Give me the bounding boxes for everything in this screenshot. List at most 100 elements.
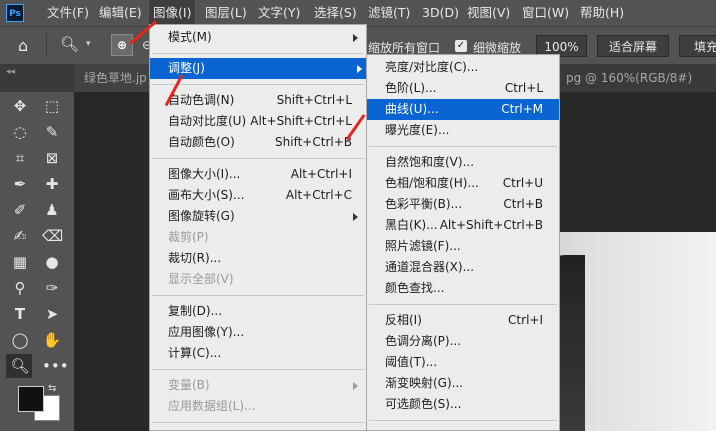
fill-screen-button[interactable]: 填充 bbox=[679, 35, 716, 57]
submenu-arrow-icon bbox=[353, 34, 358, 42]
menu-item-apply-data-set: 应用数据组(L)... bbox=[150, 396, 364, 417]
path-select-icon[interactable]: ➤ bbox=[42, 304, 62, 324]
menu-edit[interactable]: 编辑(E) bbox=[99, 0, 142, 26]
menu-item-apply-image[interactable]: 应用图像(Y)... bbox=[150, 322, 364, 343]
menu-item-label: 自动色调(N) bbox=[168, 93, 235, 107]
menu-item-trim[interactable]: 裁切(R)... bbox=[150, 248, 364, 269]
menu-item-label: 应用图像(Y)... bbox=[168, 325, 245, 339]
menu-item-calculations[interactable]: 计算(C)... bbox=[150, 343, 364, 364]
menu-item-auto-contrast[interactable]: 自动对比度(U) Alt+Shift+Ctrl+L bbox=[150, 111, 352, 132]
marquee-tool-icon[interactable]: ⬚ bbox=[42, 96, 62, 116]
divider bbox=[152, 295, 364, 296]
menu-item-brightness-contrast[interactable]: 亮度/对比度(C)... bbox=[367, 57, 559, 78]
home-icon[interactable]: ⌂ bbox=[18, 36, 28, 55]
menu-item-auto-tone[interactable]: 自动色调(N) Shift+Ctrl+L bbox=[150, 90, 352, 111]
frame-tool-icon[interactable]: ⊠ bbox=[42, 148, 62, 168]
fit-screen-button[interactable]: 适合屏幕 bbox=[597, 35, 669, 57]
menu-item-invert[interactable]: 反相(I) Ctrl+I bbox=[367, 310, 559, 331]
shortcut-label: Alt+Ctrl+I bbox=[290, 167, 352, 181]
menu-item-levels[interactable]: 色阶(L)... Ctrl+L bbox=[367, 78, 559, 99]
menu-item-threshold[interactable]: 阈值(T)... bbox=[367, 352, 559, 373]
menu-file[interactable]: 文件(F) bbox=[47, 0, 89, 26]
eraser-icon[interactable]: ⌫ bbox=[42, 226, 63, 246]
type-tool-icon[interactable]: T bbox=[10, 304, 30, 324]
submenu-arrow-icon bbox=[357, 65, 362, 73]
menu-item-label: 亮度/对比度(C)... bbox=[385, 60, 479, 74]
lasso-tool-icon[interactable]: ◌ bbox=[10, 122, 30, 142]
menu-layer[interactable]: 图层(L) bbox=[205, 0, 247, 26]
ellipse-tool-icon[interactable]: ◯ bbox=[10, 330, 30, 350]
submenu-arrow-icon bbox=[353, 213, 358, 221]
zoom-in-icon[interactable]: ⊕ bbox=[111, 34, 133, 56]
menu-item-black-white[interactable]: 黑白(K)... Alt+Shift+Ctrl+B bbox=[367, 215, 559, 236]
menu-item-vibrance[interactable]: 自然饱和度(V)... bbox=[367, 152, 559, 173]
menu-item-curves[interactable]: 曲线(U)... Ctrl+M bbox=[367, 99, 559, 120]
collapse-panel-icon[interactable]: ◂◂ bbox=[6, 67, 15, 77]
shortcut-label: Shift+Ctrl+B bbox=[275, 135, 352, 149]
menu-item-label: 自然饱和度(V)... bbox=[385, 155, 475, 169]
dodge-tool-icon[interactable]: ⚲ bbox=[10, 278, 30, 298]
menu-item-selective-color[interactable]: 可选颜色(S)... bbox=[367, 394, 559, 415]
eyedropper-icon[interactable]: ✒ bbox=[10, 174, 30, 194]
menu-item-posterize[interactable]: 色调分离(P)... bbox=[367, 331, 559, 352]
zoom-tool-icon[interactable]: 🔍︎ bbox=[60, 35, 79, 53]
swap-colors-icon[interactable]: ⇆ bbox=[48, 383, 56, 394]
menu-item-label: 黑白(K)... bbox=[385, 218, 438, 232]
menu-item-auto-color[interactable]: 自动颜色(O) Shift+Ctrl+B bbox=[150, 132, 352, 153]
healing-brush-icon[interactable]: ✚ bbox=[42, 174, 62, 194]
gradient-tool-icon[interactable]: ▦ bbox=[10, 252, 30, 272]
menu-item-exposure[interactable]: 曝光度(E)... bbox=[367, 120, 559, 141]
menu-item-channel-mixer[interactable]: 通道混合器(X)... bbox=[367, 257, 559, 278]
menu-item-label: 图像旋转(G) bbox=[168, 209, 235, 223]
blur-tool-icon[interactable]: ● bbox=[42, 252, 62, 272]
menu-item-label: 模式(M) bbox=[168, 30, 212, 44]
more-tools-icon[interactable]: ••• bbox=[42, 356, 69, 376]
quick-select-icon[interactable]: ✎ bbox=[42, 122, 62, 142]
move-tool-icon[interactable]: ✥ bbox=[10, 96, 30, 116]
history-brush-icon[interactable]: ✍ bbox=[10, 226, 30, 246]
menu-item-color-balance[interactable]: 色彩平衡(B)... Ctrl+B bbox=[367, 194, 559, 215]
menu-item-image-size[interactable]: 图像大小(I)... Alt+Ctrl+I bbox=[150, 164, 352, 185]
menu-item-mode[interactable]: 模式(M) bbox=[150, 27, 364, 48]
menu-item-label: 计算(C)... bbox=[168, 346, 222, 360]
hand-tool-icon[interactable]: ✋ bbox=[42, 330, 62, 350]
menu-item-duplicate[interactable]: 复制(D)... bbox=[150, 301, 364, 322]
menu-item-label: 色彩平衡(B)... bbox=[385, 197, 463, 211]
tab-active-document[interactable]: pg @ 160%(RGB/8#) bbox=[566, 64, 692, 92]
menu-type[interactable]: 文字(Y) bbox=[258, 0, 300, 26]
clone-stamp-icon[interactable]: ♟ bbox=[42, 200, 62, 220]
brush-tool-icon[interactable]: ✐ bbox=[10, 200, 30, 220]
divider bbox=[152, 422, 364, 423]
menu-item-gradient-map[interactable]: 渐变映射(G)... bbox=[367, 373, 559, 394]
menu-item-hue-saturation[interactable]: 色相/饱和度(H)... Ctrl+U bbox=[367, 173, 559, 194]
menu-item-label: 画布大小(S)... bbox=[168, 188, 245, 202]
menu-item-label: 自动颜色(O) bbox=[168, 135, 235, 149]
menu-item-label: 可选颜色(S)... bbox=[385, 397, 462, 411]
menu-item-label: 应用数据组(L)... bbox=[168, 399, 256, 413]
divider bbox=[369, 146, 557, 147]
scrubby-zoom-checkbox[interactable]: ✓ bbox=[455, 40, 467, 52]
menu-item-canvas-size[interactable]: 画布大小(S)... Alt+Ctrl+C bbox=[150, 185, 352, 206]
chevron-down-icon[interactable]: ▾ bbox=[86, 39, 91, 49]
zoom-tool-icon[interactable]: 🔍︎ bbox=[10, 356, 30, 376]
crop-tool-icon[interactable]: ⌗ bbox=[10, 148, 30, 168]
menu-item-color-lookup[interactable]: 颜色查找... bbox=[367, 278, 559, 299]
menu-item-label: 曝光度(E)... bbox=[385, 123, 450, 137]
menu-bar: Ps 文件(F) 编辑(E) 图像(I) 图层(L) 文字(Y) 选择(S) 滤… bbox=[0, 0, 716, 26]
menu-view[interactable]: 视图(V) bbox=[467, 0, 510, 26]
menu-item-label: 通道混合器(X)... bbox=[385, 260, 475, 274]
menu-item-photo-filter[interactable]: 照片滤镜(F)... bbox=[367, 236, 559, 257]
pen-tool-icon[interactable]: ✑ bbox=[42, 278, 62, 298]
shortcut-label: Ctrl+L bbox=[504, 81, 543, 95]
menu-item-image-rotation[interactable]: 图像旋转(G) bbox=[150, 206, 364, 227]
menu-3d[interactable]: 3D(D) bbox=[422, 0, 459, 26]
menu-help[interactable]: 帮助(H) bbox=[580, 0, 624, 26]
menu-select[interactable]: 选择(S) bbox=[314, 0, 357, 26]
menu-item-label: 色调分离(P)... bbox=[385, 334, 462, 348]
tab-green-grass[interactable]: 绿色草地.jp bbox=[84, 64, 147, 92]
menu-filter[interactable]: 滤镜(T) bbox=[368, 0, 410, 26]
menu-item-label: 阈值(T)... bbox=[385, 355, 438, 369]
menu-window[interactable]: 窗口(W) bbox=[522, 0, 569, 26]
foreground-color-swatch[interactable] bbox=[18, 386, 44, 412]
shortcut-label: Alt+Ctrl+C bbox=[285, 188, 352, 202]
